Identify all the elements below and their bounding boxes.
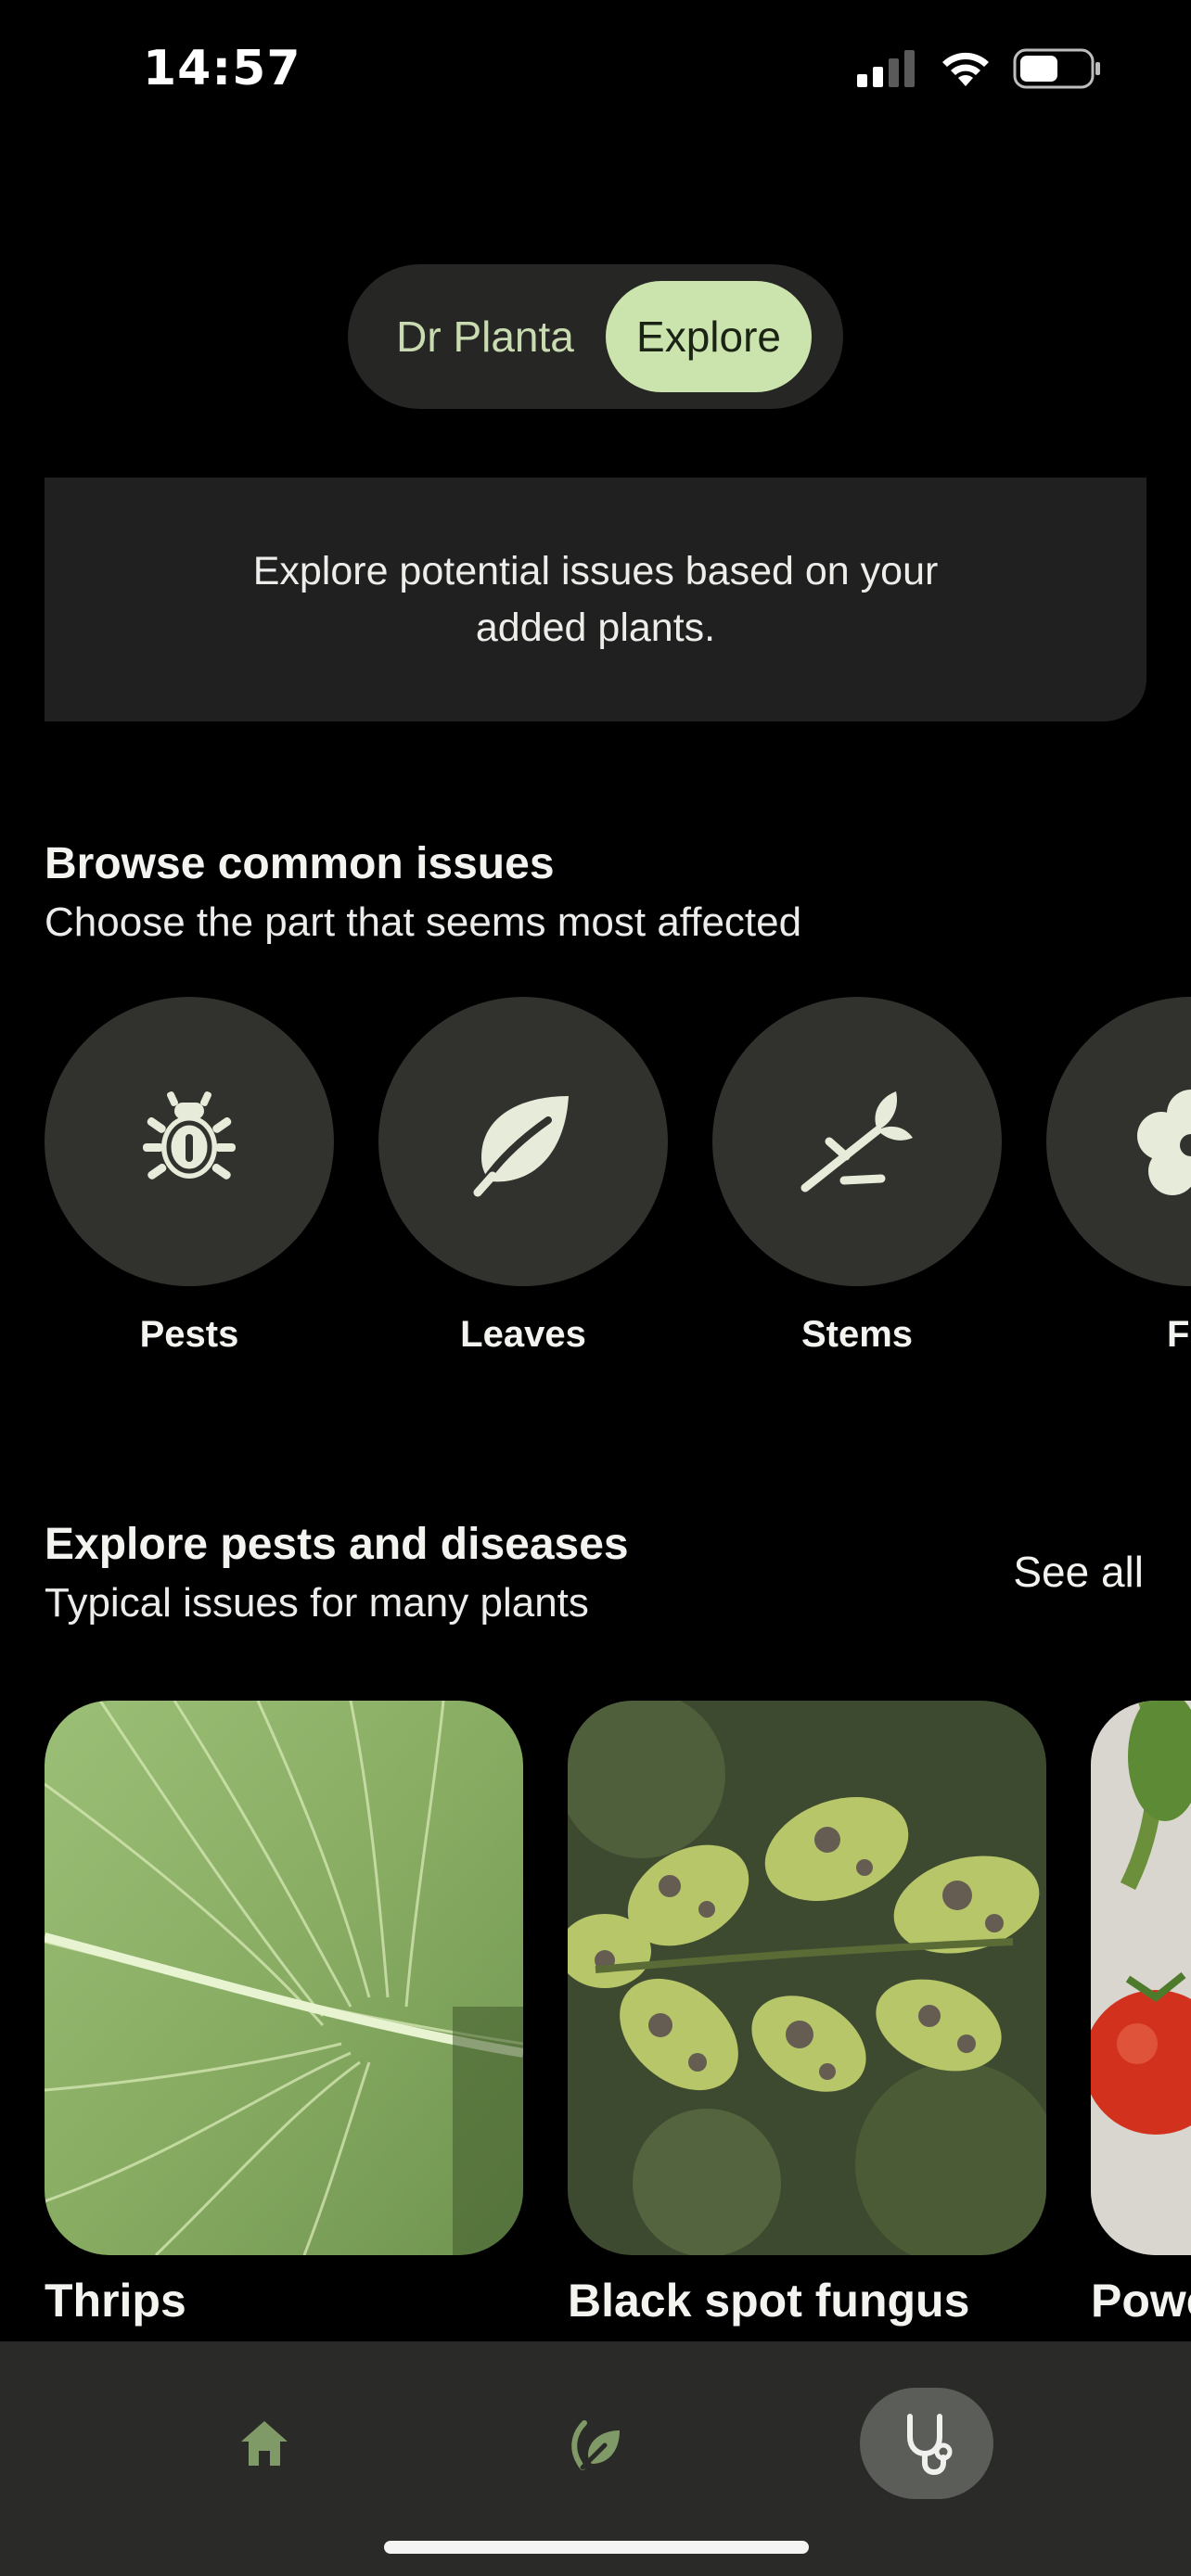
card-image xyxy=(45,1701,523,2255)
tab-home[interactable] xyxy=(198,2388,331,2499)
category-label: Leaves xyxy=(460,1314,586,1355)
browse-title: Browse common issues xyxy=(45,839,555,888)
home-icon xyxy=(241,2421,288,2466)
category-circle xyxy=(712,997,1002,1286)
wifi-icon xyxy=(942,52,989,86)
category-label: Flow xyxy=(1167,1314,1191,1355)
stethoscope-icon xyxy=(907,2414,953,2476)
card-image xyxy=(1091,1701,1191,2255)
card-image xyxy=(568,1701,1046,2255)
card-title: Thrips xyxy=(45,2275,186,2327)
card-title: Powe xyxy=(1091,2275,1191,2327)
see-all-link[interactable]: See all xyxy=(1013,1547,1144,1597)
category-label: Stems xyxy=(800,1314,914,1355)
category-circle xyxy=(1046,997,1191,1286)
category-pests[interactable]: Pests xyxy=(45,997,334,1356)
disease-card-list: Thrips Black spot fungus Pow xyxy=(45,1701,1191,2340)
battery-icon xyxy=(1013,48,1100,89)
category-stems[interactable]: Stems xyxy=(712,997,1002,1356)
leaf-icon xyxy=(473,1096,569,1197)
status-bar: 14:57 xyxy=(0,0,1191,139)
tab-my-plants[interactable] xyxy=(529,2388,662,2499)
category-flowers[interactable]: Flow xyxy=(1046,997,1191,1356)
category-circle xyxy=(45,997,334,1286)
explore-subtitle: Typical issues for many plants xyxy=(45,1580,589,1626)
card-title: Black spot fungus xyxy=(568,2275,970,2327)
status-time: 14:57 xyxy=(143,41,301,96)
signal-icon xyxy=(857,50,915,87)
category-circle xyxy=(378,997,668,1286)
bug-icon xyxy=(143,1091,236,1180)
info-text: Explore potential issues based on your a… xyxy=(252,548,939,650)
category-list: Pests Leaves Stems F xyxy=(45,997,1191,1368)
disease-card-black-spot[interactable]: Black spot fungus xyxy=(568,1701,1046,2327)
home-indicator xyxy=(384,2541,809,2554)
tab-explore[interactable]: Explore xyxy=(606,281,812,392)
plant-icon xyxy=(571,2420,620,2470)
info-card: Explore potential issues based on your a… xyxy=(45,478,1146,721)
disease-card-thrips[interactable]: Thrips xyxy=(45,1701,523,2327)
browse-subtitle: Choose the part that seems most affected xyxy=(45,899,802,945)
stem-icon xyxy=(800,1091,913,1192)
disease-card-powdery[interactable]: Powe xyxy=(1091,1701,1191,2327)
flower-icon xyxy=(1137,1090,1191,1195)
category-leaves[interactable]: Leaves xyxy=(378,997,668,1356)
tab-dr-planta-nav[interactable] xyxy=(860,2388,993,2499)
category-label: Pests xyxy=(139,1314,239,1355)
tab-dr-planta[interactable]: Dr Planta xyxy=(365,281,606,392)
status-icons xyxy=(857,48,1102,89)
explore-title: Explore pests and diseases xyxy=(45,1520,629,1569)
mode-segmented-control: Dr Planta Explore xyxy=(348,264,843,409)
